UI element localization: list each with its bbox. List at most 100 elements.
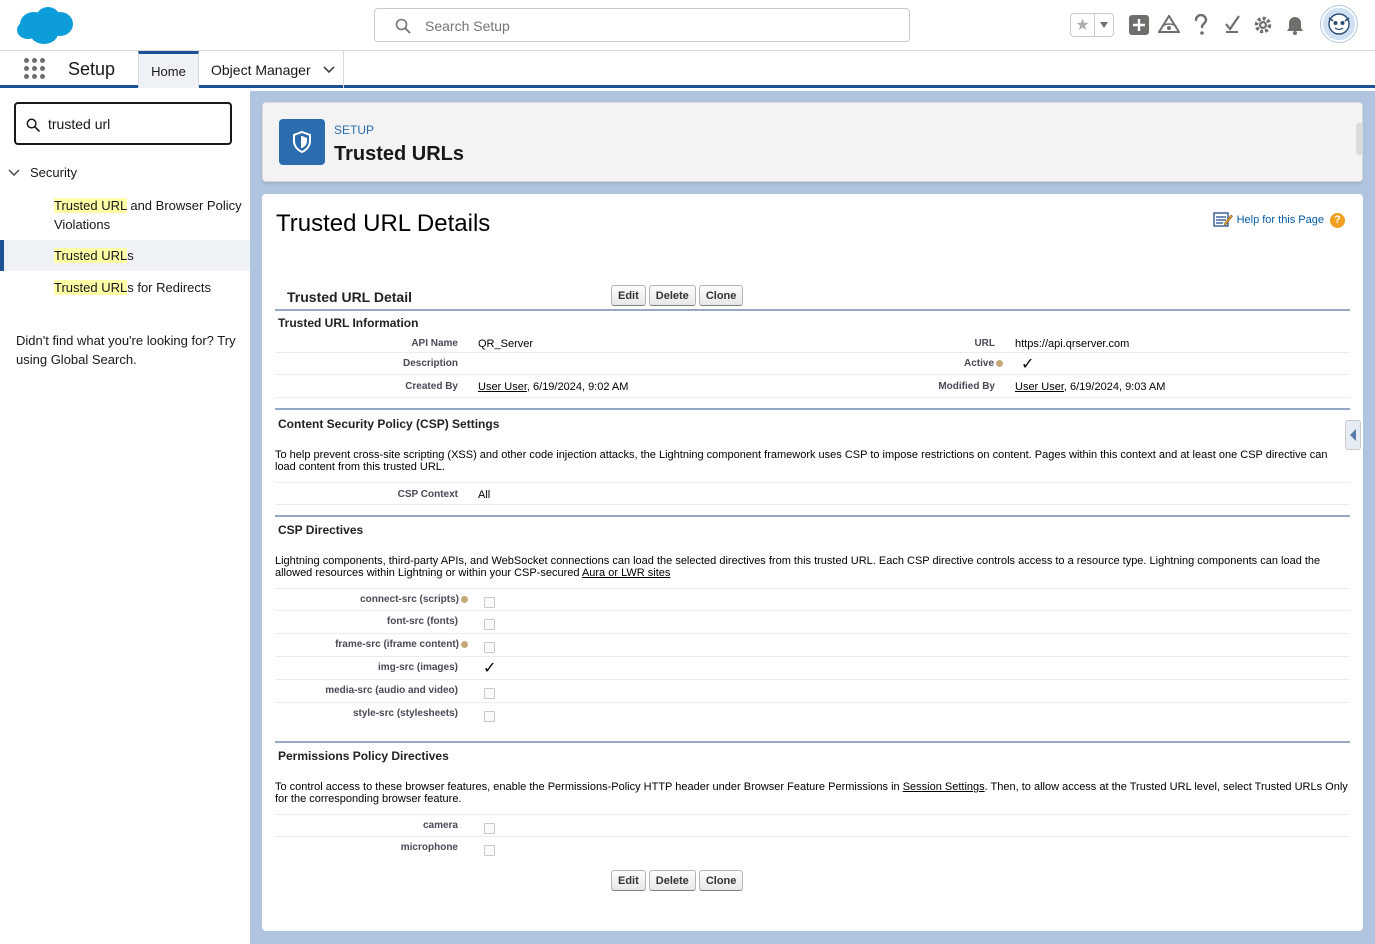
info-icon[interactable]: i	[461, 640, 468, 648]
directive-label: img-src (images)	[377, 662, 458, 673]
edit-button[interactable]: Edit	[611, 870, 646, 891]
section-divider	[275, 741, 1350, 743]
info-icon[interactable]: i	[996, 359, 1003, 367]
sidebar-collapse-toggle[interactable]	[1345, 420, 1361, 450]
setup-assistant-icon[interactable]	[1221, 14, 1243, 36]
tab-home[interactable]: Home	[138, 51, 199, 88]
chevron-down-icon[interactable]	[323, 65, 335, 74]
aura-lwr-sites-link[interactable]: Aura or LWR sites	[582, 567, 670, 579]
directive-checkbox	[484, 597, 495, 608]
directive-label: connect-src (scripts)i	[275, 594, 468, 605]
clone-button[interactable]: Clone	[698, 870, 744, 891]
context-bar: Setup Home Object Manager	[0, 51, 1375, 88]
directive-label: frame-src (iframe content)i	[275, 639, 468, 650]
help-question-icon[interactable]: ?	[1330, 212, 1345, 228]
session-settings-link[interactable]: Session Settings	[903, 781, 985, 793]
checkmark-icon: ✓	[1021, 356, 1035, 373]
chevron-left-icon	[1350, 429, 1356, 441]
search-highlight: Trusted URL	[54, 280, 128, 295]
setup-sidebar: Security Trusted URL and Browser Policy …	[0, 91, 250, 944]
search-input[interactable]	[425, 15, 895, 37]
detail-block-title: Trusted URL Detail	[287, 289, 412, 305]
directive-row-style-src: style-src (stylesheets)	[275, 703, 1350, 726]
delete-button[interactable]: Delete	[648, 285, 696, 306]
page-title: Trusted URLs	[334, 143, 465, 165]
help-icon[interactable]	[1190, 14, 1212, 36]
field-row: API Name QR_Server URL https://api.qrser…	[275, 331, 1350, 353]
search-icon	[26, 118, 40, 132]
directive-row-connect-src: connect-src (scripts)i	[275, 588, 1350, 611]
section-title-directives: CSP Directives	[278, 523, 364, 537]
sidebar-item-trusted-urls[interactable]: Trusted URLs	[0, 240, 250, 271]
created-by-user-link[interactable]: User User	[478, 381, 527, 393]
app-name: Setup	[68, 59, 116, 79]
field-label: Modified By	[938, 381, 995, 392]
feature-row-camera: camera	[275, 814, 1350, 837]
tab-object-manager[interactable]: Object Manager	[199, 51, 344, 88]
field-value-csp-context: All	[478, 489, 491, 501]
help-for-this-page-link[interactable]: Help for this Page ?	[1212, 212, 1345, 228]
panel-edge-handle[interactable]	[1356, 123, 1362, 155]
directive-row-font-src: font-src (fonts)	[275, 611, 1350, 634]
tab-object-manager-label: Object Manager	[211, 61, 311, 78]
favorites-menu-chevron-icon[interactable]	[1095, 14, 1113, 36]
clone-button[interactable]: Clone	[698, 285, 744, 306]
directive-label-text: frame-src (iframe content)	[335, 639, 459, 650]
checkmark-icon: ✓	[483, 660, 497, 677]
app-launcher-waffle-icon[interactable]	[24, 58, 46, 80]
favorites-star-icon[interactable]: ★	[1071, 14, 1095, 36]
global-search[interactable]	[374, 8, 910, 42]
tree-node-label: Security	[30, 165, 77, 180]
field-label: API Name	[411, 338, 458, 349]
section-title-permissions: Permissions Policy Directives	[278, 749, 449, 763]
detail-title: Trusted URL Details	[276, 210, 491, 237]
field-value-modified-by: User User, 6/19/2024, 9:03 AM	[1015, 381, 1165, 393]
info-icon[interactable]: i	[461, 595, 468, 603]
created-by-date: , 6/19/2024, 9:02 AM	[526, 381, 629, 393]
trailhead-guidance-icon[interactable]	[1158, 14, 1180, 36]
not-found-hint: Didn't find what you're looking for? Try…	[16, 333, 236, 367]
modified-by-user-link[interactable]: User User	[1015, 381, 1064, 393]
sidebar-item-trusted-urls-for-redirects[interactable]: Trusted URLs for Redirects	[0, 278, 250, 297]
global-actions-icon[interactable]	[1128, 14, 1150, 36]
notifications-bell-icon[interactable]	[1284, 14, 1306, 36]
sidebar-item-trusted-url-browser-policy-violations[interactable]: Trusted URL and Browser Policy Violation…	[0, 196, 250, 234]
top-button-group: Edit Delete Clone	[611, 285, 744, 306]
directives-description: Lightning components, third-party APIs, …	[275, 555, 1350, 579]
directive-label: media-src (audio and video)	[325, 685, 458, 696]
section-title-info: Trusted URL Information	[278, 316, 419, 330]
help-link-label[interactable]: Help for this Page	[1237, 214, 1324, 226]
bottom-button-group: Edit Delete Clone	[611, 870, 744, 891]
permissions-description: To control access to these browser featu…	[275, 781, 1350, 805]
directive-label: style-src (stylesheets)	[352, 708, 458, 719]
permissions-description-text: To control access to these browser featu…	[275, 781, 903, 793]
feature-label: microphone	[400, 842, 458, 853]
section-divider	[275, 408, 1350, 410]
field-value-created-by: User User, 6/19/2024, 9:02 AM	[478, 381, 628, 393]
search-highlight: Trusted URL	[54, 248, 128, 263]
directive-row-img-src: img-src (images) ✓	[275, 657, 1350, 680]
feature-checkbox	[484, 823, 495, 834]
delete-button[interactable]: Delete	[648, 870, 696, 891]
field-row: Description Activei ✓	[275, 353, 1350, 375]
tree-node-security[interactable]: Security	[8, 165, 77, 180]
field-row: CSP Context All	[275, 482, 1350, 505]
modified-by-date: , 6/19/2024, 9:03 AM	[1063, 381, 1166, 393]
detail-panel: Trusted URL Details Help for this Page ?…	[262, 194, 1363, 931]
csp-description: To help prevent cross-site scripting (XS…	[275, 449, 1328, 473]
edit-button[interactable]: Edit	[611, 285, 646, 306]
field-label-text: Active	[963, 358, 994, 369]
quick-find[interactable]	[14, 102, 232, 145]
feature-checkbox	[484, 845, 495, 856]
salesforce-logo[interactable]	[14, 4, 76, 47]
chevron-down-icon[interactable]	[8, 169, 20, 177]
directive-checkbox	[484, 688, 495, 699]
gear-icon[interactable]	[1252, 14, 1274, 36]
quick-find-input[interactable]	[48, 114, 218, 134]
field-label: CSP Context	[397, 489, 458, 500]
main-content: SETUP Trusted URLs Trusted URL Details H…	[250, 91, 1375, 944]
field-label: Created By	[405, 381, 458, 392]
detail-block-header: Trusted URL Detail Edit Delete Clone	[275, 282, 1350, 311]
user-avatar[interactable]	[1321, 6, 1357, 42]
field-value-url: https://api.qrserver.com	[1015, 338, 1130, 350]
